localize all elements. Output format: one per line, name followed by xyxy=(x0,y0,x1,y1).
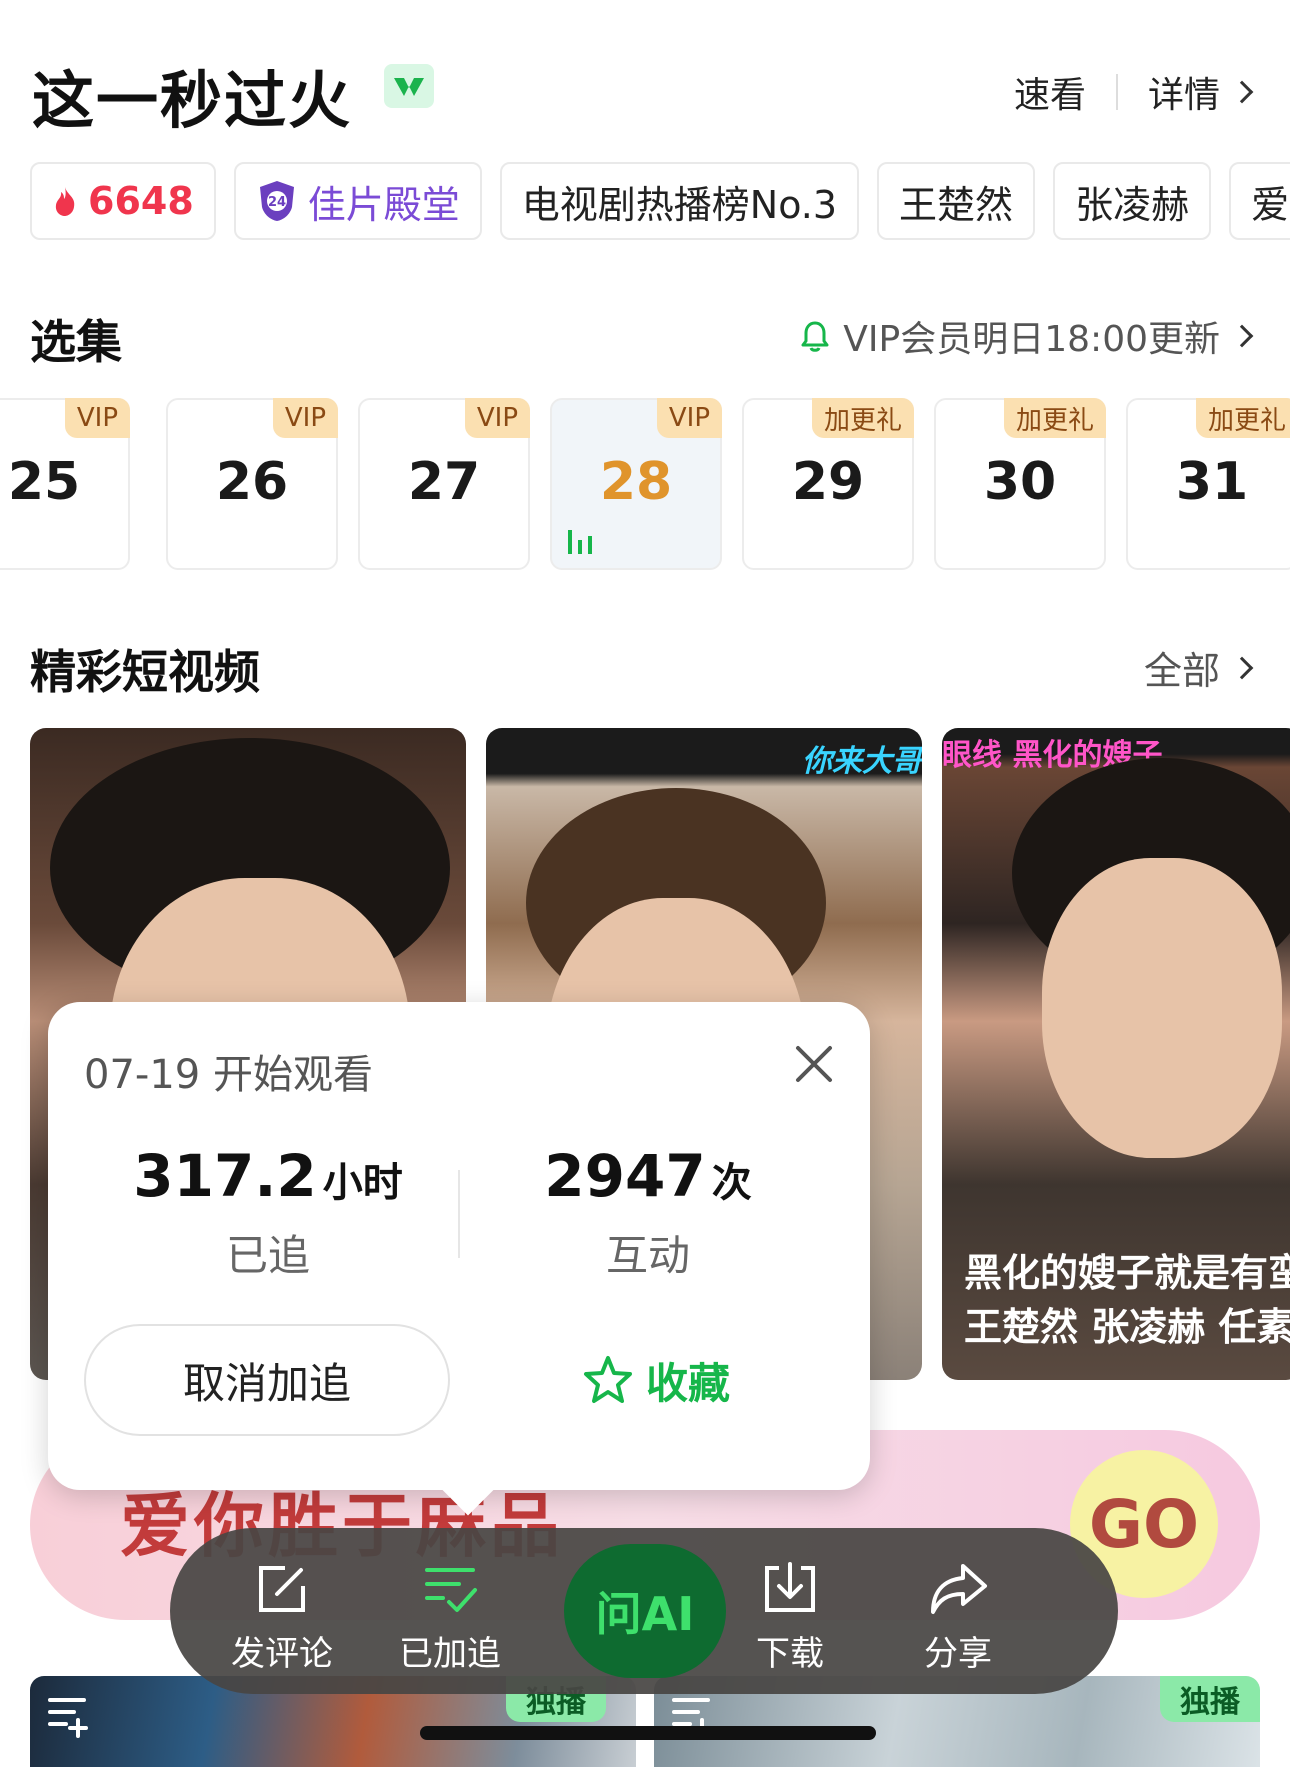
interactions-value: 2947 xyxy=(544,1142,706,1210)
start-date: 07-19 开始观看 xyxy=(84,1052,373,1098)
award-label: 佳片殿堂 xyxy=(307,182,460,227)
download-button[interactable]: 下载 xyxy=(730,1558,850,1675)
hours-label: 已追 xyxy=(225,1231,310,1280)
interactions-label: 互动 xyxy=(605,1231,690,1280)
divider xyxy=(1115,74,1118,110)
heat-chip[interactable]: 6648 xyxy=(30,162,216,240)
episode-number: 30 xyxy=(983,452,1057,512)
quick-view-button[interactable]: 速看 xyxy=(1014,66,1086,118)
now-playing-icon xyxy=(568,530,592,554)
episode-number: 29 xyxy=(791,452,865,512)
followed-button[interactable]: 已加追 xyxy=(390,1558,510,1675)
thumbnail-art xyxy=(1042,858,1282,1158)
episode-strip[interactable]: VIP 25 VIP 26 VIP 27 VIP 28 加更礼 29 加更礼 3… xyxy=(0,398,1290,572)
vip-badge: VIP xyxy=(656,398,722,438)
cancel-follow-button[interactable]: 取消加追 xyxy=(84,1324,450,1436)
tag-row: 6648 24 佳片殿堂 电视剧热播榜No.3 王楚然 张凌赫 爱情 xyxy=(30,162,1290,240)
genre-chip[interactable]: 爱情 xyxy=(1229,162,1290,240)
bell-icon xyxy=(801,321,829,352)
episode-number: 26 xyxy=(215,452,289,512)
followed-label: 已加追 xyxy=(399,1634,501,1674)
bonus-badge: 加更礼 xyxy=(1003,398,1106,438)
shorts-all-link[interactable]: 全部 xyxy=(1143,640,1254,695)
show-title: 这一秒过火 xyxy=(32,64,353,137)
followed-list-icon xyxy=(425,1568,477,1612)
comment-label: 发评论 xyxy=(231,1634,333,1674)
add-to-list-icon[interactable] xyxy=(44,1690,94,1740)
comment-button[interactable]: 发评论 xyxy=(222,1558,342,1675)
edit-icon xyxy=(259,1566,305,1612)
vip-badge: VIP xyxy=(272,398,338,438)
vip-badge: VIP xyxy=(464,398,530,438)
flame-icon xyxy=(55,187,75,216)
share-label: 分享 xyxy=(924,1634,992,1674)
video-overlay-text: 黑化的嫂子就是有蛮 王楚然 张凌赫 任素 xyxy=(964,1246,1290,1354)
update-notice[interactable]: VIP会员明日18:00更新 xyxy=(799,310,1254,362)
all-label: 全部 xyxy=(1143,649,1220,693)
episode-27[interactable]: VIP 27 xyxy=(358,398,530,570)
award-shield-icon: 24 xyxy=(259,181,294,221)
heat-value: 6648 xyxy=(88,179,194,223)
video-caption: 你来大哥 xyxy=(802,744,922,779)
actor-chip-1[interactable]: 王楚然 xyxy=(877,162,1036,240)
vip-logo-icon xyxy=(384,64,434,108)
award-chip[interactable]: 24 佳片殿堂 xyxy=(233,162,482,240)
episode-number: 28 xyxy=(599,452,673,512)
header: 这一秒过火 速看 详情 xyxy=(32,50,1254,137)
favorite-button[interactable]: 收藏 xyxy=(478,1324,834,1436)
rank-chip[interactable]: 电视剧热播榜No.3 xyxy=(499,162,860,240)
header-actions: 速看 详情 xyxy=(1014,66,1254,118)
episode-29[interactable]: 加更礼 29 xyxy=(742,398,914,570)
home-indicator[interactable] xyxy=(420,1726,876,1740)
overlay-line: 黑化的嫂子就是有蛮 xyxy=(964,1251,1290,1295)
exclusive-badge: 独播 xyxy=(1160,1676,1260,1722)
ask-ai-button[interactable]: 问AI xyxy=(564,1544,726,1678)
share-icon xyxy=(931,1564,987,1614)
hours-stat: 317.2 小时 已追 xyxy=(78,1142,458,1283)
episode-30[interactable]: 加更礼 30 xyxy=(934,398,1106,570)
close-icon[interactable] xyxy=(792,1042,836,1086)
actor-chip-2[interactable]: 张凌赫 xyxy=(1053,162,1212,240)
bonus-badge: 加更礼 xyxy=(811,398,914,438)
episodes-title: 选集 xyxy=(30,315,122,369)
episode-number: 27 xyxy=(407,452,481,512)
download-label: 下载 xyxy=(756,1634,824,1674)
shorts-title: 精彩短视频 xyxy=(30,645,260,699)
interactions-stat: 2947 次 互动 xyxy=(458,1142,838,1283)
watch-stats-popup: 07-19 开始观看 317.2 小时 已追 2947 次 互动 取消加追 收藏 xyxy=(48,1002,870,1490)
chevron-right-icon xyxy=(1230,324,1254,348)
share-button[interactable]: 分享 xyxy=(898,1558,1018,1675)
episode-number: 31 xyxy=(1175,452,1249,512)
bonus-badge: 加更礼 xyxy=(1195,398,1290,438)
update-notice-text: VIP会员明日18:00更新 xyxy=(843,319,1220,360)
short-video-3[interactable]: 眼线 黑化的嫂子 黑化的嫂子就是有蛮 王楚然 张凌赫 任素 xyxy=(942,728,1290,1380)
episode-31[interactable]: 加更礼 31 xyxy=(1126,398,1290,570)
svg-text:24: 24 xyxy=(268,195,286,210)
bottom-action-bar: 发评论 已加追 问AI 下载 分享 xyxy=(170,1528,1118,1694)
overlay-line: 王楚然 张凌赫 任素 xyxy=(964,1305,1290,1349)
hours-value: 317.2 xyxy=(133,1142,317,1210)
vip-badge: VIP xyxy=(64,398,130,438)
favorite-label: 收藏 xyxy=(645,1358,730,1408)
interactions-unit: 次 xyxy=(711,1160,752,1206)
hours-unit: 小时 xyxy=(322,1160,403,1206)
episode-28-current[interactable]: VIP 28 xyxy=(550,398,722,570)
chevron-right-icon xyxy=(1230,80,1254,104)
star-icon xyxy=(583,1356,632,1403)
episode-number: 25 xyxy=(7,452,81,512)
episode-25[interactable]: VIP 25 xyxy=(0,398,130,570)
episode-26[interactable]: VIP 26 xyxy=(166,398,338,570)
details-button[interactable]: 详情 xyxy=(1148,66,1220,118)
chevron-right-icon xyxy=(1230,656,1254,679)
download-icon xyxy=(765,1562,815,1612)
